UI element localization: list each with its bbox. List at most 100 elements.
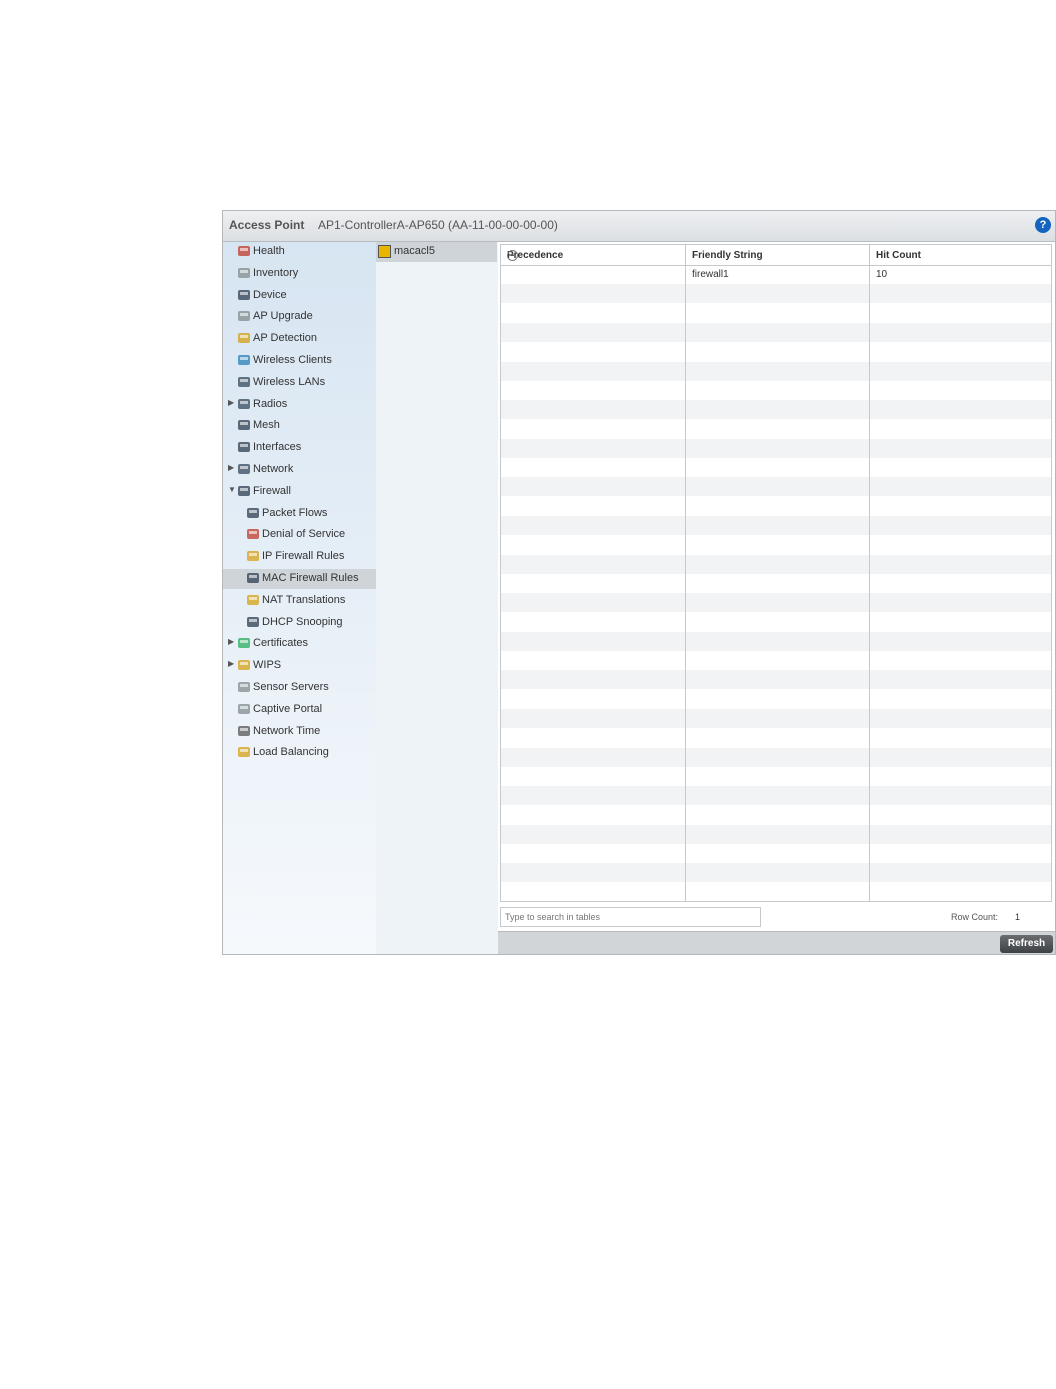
sidebar-item-interfaces[interactable]: Interfaces — [223, 438, 376, 458]
dhcp-icon — [246, 615, 260, 629]
title-bar: Access Point AP1-ControllerA-AP650 (AA-1… — [223, 211, 1055, 242]
table-row-empty — [501, 284, 1051, 304]
sidebar-item-nat-translations[interactable]: NAT Translations — [223, 591, 376, 611]
table-row[interactable]: firewall1 10 — [501, 265, 1051, 284]
table-row-empty — [501, 786, 1051, 806]
collapsed-arrow-icon[interactable]: ▶ — [228, 659, 234, 668]
sidebar-item-label: Inventory — [253, 266, 299, 279]
table-row-empty — [501, 438, 1051, 458]
table-row-empty — [501, 419, 1051, 438]
row-count-value: 1 — [1015, 912, 1021, 922]
sidebar-item-label: Network Time — [253, 724, 321, 737]
balance-icon — [237, 745, 251, 759]
sidebar-item-label: NAT Translations — [262, 593, 346, 606]
sidebar-item-label: Interfaces — [253, 441, 302, 454]
table-row-empty — [501, 747, 1051, 767]
table-row-empty — [501, 400, 1051, 420]
sidebar-item-label: WIPS — [253, 659, 282, 672]
footer-bar: Refresh — [498, 931, 1055, 954]
sidebar-item-network[interactable]: ▶ Network — [223, 460, 376, 480]
collapsed-arrow-icon[interactable]: ▶ — [228, 463, 234, 472]
upgrade-icon — [237, 309, 251, 323]
antenna-icon — [237, 397, 251, 411]
sidebar-item-label: Load Balancing — [253, 746, 329, 759]
packet-flows-icon — [246, 506, 260, 520]
sidebar-item-inventory[interactable]: Inventory — [223, 264, 376, 284]
sidebar-item-ap-upgrade[interactable]: AP Upgrade — [223, 307, 376, 327]
sidebar-item-device[interactable]: Device — [223, 286, 376, 306]
sidebar-item-certificates[interactable]: ▶ Certificates — [223, 634, 376, 654]
table-row-empty — [501, 515, 1051, 535]
help-icon[interactable]: ? — [1035, 217, 1051, 233]
table-row-empty — [501, 612, 1051, 631]
table-row-empty — [501, 322, 1051, 342]
table-row-empty — [501, 593, 1051, 613]
sidebar-item-captive-portal[interactable]: Captive Portal — [223, 700, 376, 720]
column-header-friendly-string[interactable]: Friendly String — [686, 245, 870, 265]
heart-icon — [237, 244, 251, 258]
sidebar-item-label: Mesh — [253, 419, 280, 432]
column-header-precedence[interactable]: Precedence ▲ — [501, 245, 686, 265]
sidebar-item-ip-firewall-rules[interactable]: IP Firewall Rules — [223, 547, 376, 567]
list-item-selected[interactable]: macacl5 — [376, 242, 497, 262]
cell-hit-count: 10 — [876, 269, 888, 280]
search-input[interactable] — [500, 907, 761, 927]
cell-friendly-string: firewall1 — [692, 269, 729, 280]
sidebar-item-wips[interactable]: ▶ WIPS — [223, 656, 376, 676]
main-content: Precedence ▲ Friendly String Hit Count f… — [498, 242, 1055, 954]
sidebar-item-label: MAC Firewall Rules — [262, 572, 359, 584]
sidebar-item-label: Firewall — [253, 484, 291, 497]
collapsed-arrow-icon[interactable]: ▶ — [228, 398, 234, 407]
table-header: Precedence ▲ Friendly String Hit Count — [501, 245, 1051, 266]
sidebar-item-label: AP Upgrade — [253, 310, 313, 323]
table-row-empty — [501, 477, 1051, 497]
sidebar-item-packet-flows[interactable]: Packet Flows — [223, 504, 376, 524]
certificate-icon — [237, 636, 251, 650]
column-divider — [685, 265, 686, 901]
wlan-icon — [237, 375, 251, 389]
ip-rules-icon — [246, 549, 260, 563]
table-row-empty — [501, 304, 1051, 323]
mesh-icon — [237, 418, 251, 432]
table-row-empty — [501, 863, 1051, 883]
sidebar-item-label: Captive Portal — [253, 702, 323, 715]
sidebar-item-label: Wireless LANs — [253, 375, 326, 388]
wips-icon — [237, 658, 251, 672]
clock-icon — [237, 724, 251, 738]
sidebar-item-wireless-clients[interactable]: Wireless Clients — [223, 351, 376, 371]
sidebar-item-mesh[interactable]: Mesh — [223, 416, 376, 436]
sidebar-item-denial-of-service[interactable]: Denial of Service — [223, 525, 376, 545]
sidebar-item-dhcp-snooping[interactable]: DHCP Snooping — [223, 613, 376, 633]
sidebar-item-label: Device — [253, 288, 287, 301]
column-header-hit-count[interactable]: Hit Count — [870, 245, 1051, 265]
sidebar-item-radios[interactable]: ▶ Radios — [223, 395, 376, 415]
table-row-empty — [501, 805, 1051, 824]
device-icon — [237, 288, 251, 302]
sidebar-item-label: IP Firewall Rules — [262, 550, 345, 563]
sidebar-item-mac-firewall-rules[interactable]: MAC Firewall Rules — [223, 569, 376, 589]
table-row-empty — [501, 342, 1051, 361]
table-row-empty — [501, 708, 1051, 728]
sort-icon[interactable]: ▲ — [507, 250, 518, 261]
expanded-arrow-icon[interactable]: ▼ — [228, 485, 236, 494]
portal-icon — [237, 702, 251, 716]
table-row-empty — [501, 670, 1051, 690]
sidebar-item-load-balancing[interactable]: Load Balancing — [223, 743, 376, 763]
sidebar-item-label: AP Detection — [253, 332, 318, 345]
sidebar-item-sensor-servers[interactable]: Sensor Servers — [223, 678, 376, 698]
network-icon — [237, 462, 251, 476]
sidebar-item-health[interactable]: Health — [223, 242, 376, 262]
table-row-empty — [501, 824, 1051, 844]
access-point-panel: Access Point AP1-ControllerA-AP650 (AA-1… — [222, 210, 1056, 955]
refresh-button[interactable]: Refresh — [1000, 935, 1053, 953]
sidebar-item-network-time[interactable]: Network Time — [223, 722, 376, 742]
table-row-empty — [501, 883, 1051, 901]
collapsed-arrow-icon[interactable]: ▶ — [228, 637, 234, 646]
table-row-empty — [501, 381, 1051, 400]
sidebar-item-ap-detection[interactable]: AP Detection — [223, 329, 376, 349]
table-row-empty — [501, 458, 1051, 477]
sidebar-item-label: Sensor Servers — [253, 681, 329, 693]
sidebar-item-wireless-lans[interactable]: Wireless LANs — [223, 373, 376, 393]
sidebar-item-firewall[interactable]: ▼ Firewall — [223, 482, 376, 502]
table-row-empty — [501, 361, 1051, 381]
